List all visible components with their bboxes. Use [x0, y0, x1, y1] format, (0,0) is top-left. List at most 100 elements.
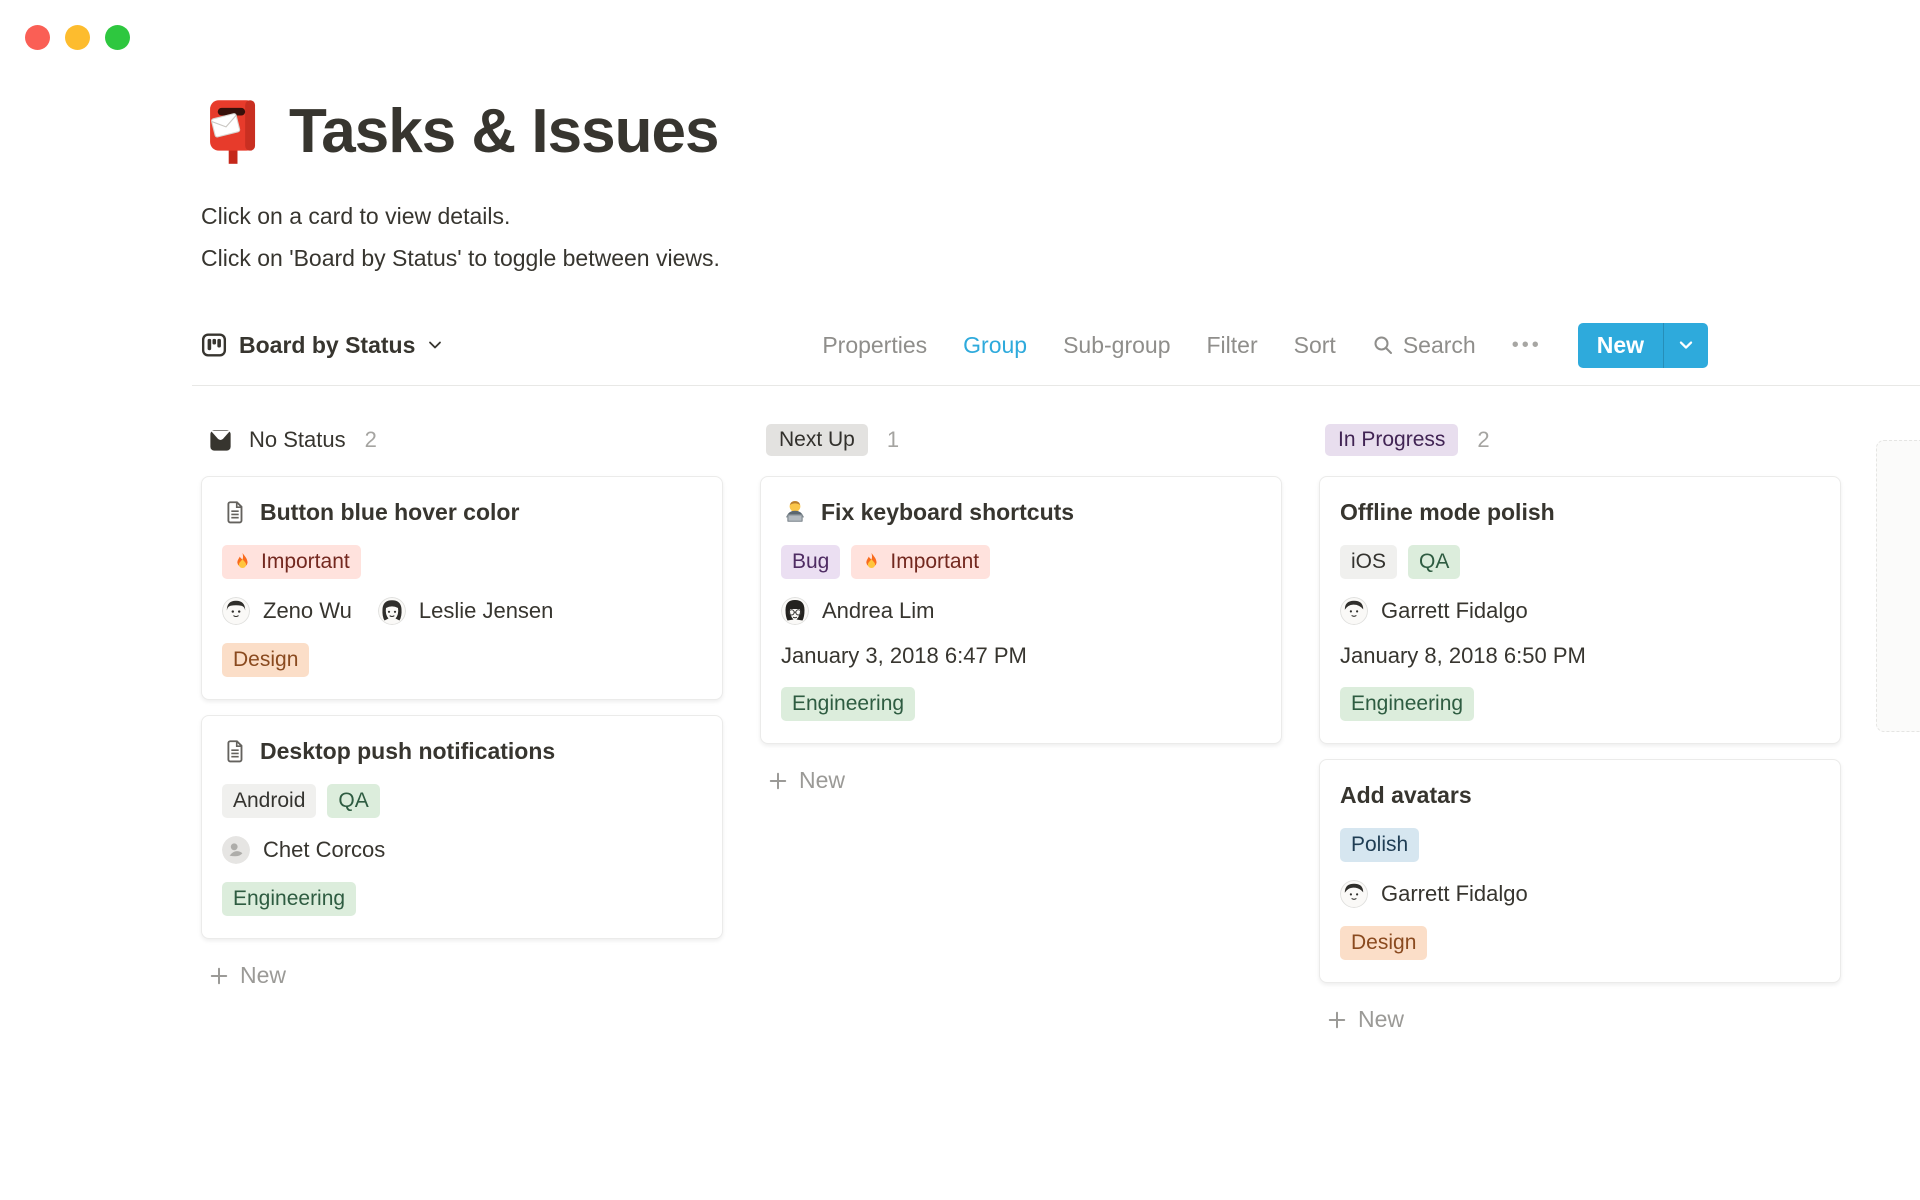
tag-polish: Polish	[1340, 828, 1420, 862]
add-card-label: New	[240, 962, 287, 988]
tag-qa: QA	[1408, 545, 1461, 579]
tag-label: Engineering	[792, 692, 905, 715]
add-card-button[interactable]: New	[201, 954, 723, 989]
avatar	[222, 597, 250, 625]
card[interactable]: Button blue hover color Important Zeno Wu L…	[201, 476, 723, 700]
tag-bug: Bug	[781, 545, 841, 579]
plus-icon	[768, 771, 788, 791]
tag-label: Polish	[1351, 833, 1409, 856]
new-button-group: New	[1577, 322, 1708, 368]
view-switcher[interactable]: Board by Status	[201, 332, 443, 359]
fire-emoji	[233, 552, 252, 573]
tag-row: Polish	[1340, 828, 1820, 862]
zoom-button[interactable]	[105, 25, 130, 50]
column-header-no-status[interactable]: No Status 2	[201, 422, 723, 458]
tag-label: QA	[338, 789, 369, 812]
card-title-row: Add avatars	[1340, 780, 1820, 810]
fire-emoji	[862, 552, 881, 573]
toolbar-sort[interactable]: Sort	[1294, 332, 1336, 359]
minimize-button[interactable]	[65, 25, 90, 50]
tag-design: Design	[1340, 926, 1428, 960]
tag-label: Engineering	[1351, 692, 1464, 715]
tag-row: Bug Important	[781, 545, 1261, 579]
person-name: Leslie Jensen	[418, 598, 554, 623]
tag-row: Design	[1340, 926, 1820, 960]
inbox-icon	[207, 427, 234, 454]
card[interactable]: Offline mode polish iOS QA Garrett Fidalgo J…	[1319, 476, 1841, 744]
column-count: 1	[886, 427, 900, 452]
tag-label: Android	[233, 789, 306, 812]
column-in-progress: In Progress 2 Offline mode polish iOS QA Garr…	[1319, 422, 1841, 1033]
tag-qa: QA	[327, 784, 380, 818]
add-card-label: New	[1358, 1006, 1405, 1032]
search-icon	[1372, 334, 1394, 356]
person: Chet Corcos	[222, 836, 385, 864]
person-name: Garrett Fidalgo	[1381, 881, 1528, 906]
tag-design: Design	[222, 643, 310, 677]
person-name: Garrett Fidalgo	[1381, 598, 1528, 623]
card-title-row: Fix keyboard shortcuts	[781, 497, 1261, 527]
close-button[interactable]	[25, 25, 50, 50]
avatar	[1340, 597, 1368, 625]
page-description: Click on a card to view details. Click o…	[201, 195, 1920, 279]
card-title-row: Button blue hover color	[222, 497, 702, 527]
column-label: In Progress	[1325, 424, 1459, 456]
card-title: Add avatars	[1340, 782, 1472, 808]
card-title-row: Offline mode polish	[1340, 497, 1820, 527]
avatar	[1340, 880, 1368, 908]
more-options-button[interactable]: •••	[1512, 334, 1542, 357]
toolbar-actions: Properties Group Sub-group Filter Sort S…	[822, 322, 1708, 368]
person: Garrett Fidalgo	[1340, 597, 1528, 625]
card-title: Offline mode polish	[1340, 499, 1555, 525]
document-icon	[222, 738, 248, 764]
toolbar-sub-group[interactable]: Sub-group	[1063, 332, 1170, 359]
view-toolbar: Board by Status Properties Group Sub-gro…	[201, 321, 1920, 369]
tag-android: Android	[222, 784, 317, 818]
add-card-button[interactable]: New	[760, 759, 1282, 794]
person: Andrea Lim	[781, 597, 935, 625]
avatar	[222, 836, 250, 864]
person-name: Andrea Lim	[822, 598, 935, 623]
next-column-peek-card[interactable]	[1876, 440, 1920, 732]
window-controls	[25, 25, 130, 50]
tag-important: Important	[851, 545, 991, 579]
add-card-button[interactable]: New	[1319, 998, 1841, 1033]
person-name: Zeno Wu	[263, 598, 352, 623]
column-no-status: No Status 2 Button blue hover color Importa…	[201, 422, 723, 1033]
person: Garrett Fidalgo	[1340, 880, 1528, 908]
column-label: Next Up	[766, 424, 868, 456]
card[interactable]: Fix keyboard shortcuts Bug Important Andrea…	[760, 476, 1282, 744]
person: Leslie Jensen	[377, 597, 554, 625]
tag-row: Engineering	[222, 882, 702, 916]
column-label: No Status	[249, 427, 346, 452]
tag-row: iOS QA	[1340, 545, 1820, 579]
description-line-1: Click on a card to view details.	[201, 203, 511, 229]
column-count: 2	[364, 427, 377, 452]
toolbar-properties[interactable]: Properties	[822, 332, 927, 359]
toolbar-filter[interactable]: Filter	[1207, 332, 1258, 359]
card[interactable]: Add avatars Polish Garrett Fidalgo Design	[1319, 759, 1841, 983]
toolbar-search-label: Search	[1402, 331, 1476, 358]
page-title: Tasks & Issues	[289, 97, 719, 166]
people-row: Zeno Wu Leslie Jensen	[222, 597, 702, 625]
people-row: Garrett Fidalgo	[1340, 880, 1820, 908]
column-count: 2	[1477, 427, 1490, 452]
toolbar-group[interactable]: Group	[963, 332, 1027, 359]
column-header-next-up[interactable]: Next Up 1	[760, 422, 1282, 458]
tag-label: Important	[890, 550, 980, 573]
plus-icon	[209, 966, 229, 986]
tag-row: Engineering	[1340, 687, 1820, 721]
view-switcher-label: Board by Status	[239, 331, 416, 358]
new-button[interactable]: New	[1578, 323, 1663, 368]
card[interactable]: Desktop push notifications Android QA Chet …	[201, 715, 723, 939]
plus-icon	[1327, 1010, 1347, 1030]
person-name: Chet Corcos	[263, 837, 386, 862]
tag-engineering: Engineering	[222, 882, 357, 916]
document-icon	[222, 499, 248, 525]
toolbar-search[interactable]: Search	[1372, 332, 1476, 359]
people-row: Andrea Lim	[781, 597, 1261, 625]
new-button-dropdown[interactable]	[1663, 322, 1708, 368]
avatar	[377, 597, 406, 625]
column-header-in-progress[interactable]: In Progress 2	[1319, 422, 1841, 458]
card-title: Fix keyboard shortcuts	[821, 499, 1075, 525]
